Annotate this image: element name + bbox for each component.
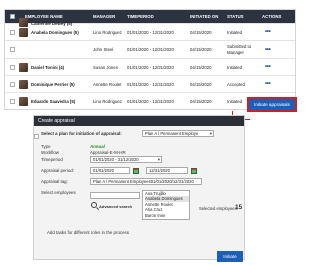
manager-cell: John Steel xyxy=(93,47,114,52)
avatar xyxy=(19,18,28,27)
row-checkbox[interactable] xyxy=(10,64,15,70)
table-row[interactable]: Catherine Dewey (5) John Steel 01/01/202… xyxy=(5,18,295,58)
timeperiod-select-value: 01/01/2020 - 31/12/2020 xyxy=(93,157,139,162)
initiated-on-cell: 04/15/2020 xyxy=(190,29,212,35)
column-status[interactable]: STATUS xyxy=(227,14,244,19)
timeperiod-label: Timeperiod xyxy=(41,157,63,162)
manager-cell: Lino Rodriguez xyxy=(93,98,122,104)
initiated-on-cell: 04/15/2020 xyxy=(190,98,212,104)
initiated-on-cell: 04/15/2020 xyxy=(190,81,212,87)
timeperiod-cell: 01/01/2020 - 12/31/2020 xyxy=(127,29,174,35)
timeperiod-cell: 01/01/2020 - 12/31/2020 xyxy=(127,98,174,104)
dialog-body: Select a plan for initiation of appraisa… xyxy=(34,126,244,262)
timeperiod-cell: 01/01/2020 - 12/31/2020 xyxy=(127,47,174,52)
period-to-value: 12/31/2020 xyxy=(149,168,170,173)
list-item[interactable]: Baron Inne xyxy=(145,213,189,218)
avatar xyxy=(19,27,28,37)
calendar-icon[interactable] xyxy=(191,167,197,174)
period-to-input[interactable]: 12/31/2020 xyxy=(146,167,188,174)
appraisal-tag-value: Plan A / Permanent Employees01/01/2020/1… xyxy=(93,179,194,184)
manager-cell: Annette Roulet xyxy=(93,81,122,87)
plan-select-value: Plan A / Permanent Employe xyxy=(145,131,199,136)
employee-listbox[interactable]: Ana Trujillo Anabela Domingues Annette R… xyxy=(142,190,190,220)
select-all-checkbox[interactable] xyxy=(10,14,15,19)
appraisal-period-label: Appraisal period: xyxy=(41,168,74,173)
column-employee-name[interactable]: EMPLOYEE NAME xyxy=(25,14,63,19)
type-value: Annual xyxy=(90,144,105,149)
column-timeperiod[interactable]: TIMEPERIOD xyxy=(127,14,154,19)
appraisal-tag-input[interactable]: Plan A / Permanent Employees01/01/2020/1… xyxy=(90,178,202,185)
row-checkbox[interactable] xyxy=(10,81,15,87)
more-actions-icon[interactable]: ••• xyxy=(265,81,271,87)
manager-cell: Lino Rodriguez xyxy=(93,29,122,35)
type-label: Type xyxy=(41,144,51,149)
manager-cell: Susan Jones xyxy=(93,64,118,70)
employee-name[interactable]: Eduardo Saavedra (5) xyxy=(31,99,75,104)
dialog-title: Create appraisal xyxy=(34,116,244,126)
timeperiod-cell: 01/01/2020 - 12/31/2020 xyxy=(127,64,174,70)
workflow-value: Appraisal-E-M-HR xyxy=(90,150,126,155)
column-manager[interactable]: MANAGER xyxy=(93,14,115,19)
status-cell: Initiated xyxy=(227,98,243,104)
column-initiated-on[interactable]: INITIATED ON xyxy=(190,14,218,19)
avatar xyxy=(19,96,28,106)
appraisals-table: EMPLOYEE NAME MANAGER TIMEPERIOD INITIAT… xyxy=(4,9,296,110)
employee-search-input[interactable] xyxy=(90,192,140,199)
period-from-value: 01/01/2020 xyxy=(93,168,114,173)
advanced-search-link[interactable]: Advanced search xyxy=(99,204,132,209)
period-from-input[interactable]: 01/01/2020 xyxy=(90,167,130,174)
add-tasks-label[interactable]: Add tasks for different roles in the pro… xyxy=(47,230,129,235)
status-cell: Initiated xyxy=(227,64,243,70)
add-tasks-checkbox[interactable] xyxy=(34,134,39,139)
status-cell: Initiated xyxy=(227,29,243,35)
appraisal-tag-label: Appraisal tag: xyxy=(41,179,68,184)
column-actions: ACTIONS xyxy=(262,14,282,19)
status-cell: Submitted to Manager xyxy=(227,44,252,55)
selected-employees-label: Selected employees: xyxy=(199,206,238,211)
avatar xyxy=(19,62,28,72)
row-checkbox[interactable] xyxy=(10,47,15,52)
employee-name[interactable]: Dominique Perrier (5) xyxy=(31,82,75,87)
plan-select[interactable]: Plan A / Permanent Employe xyxy=(142,130,214,137)
create-appraisal-dialog: Create appraisal Select a plan for initi… xyxy=(33,115,245,262)
initiate-button[interactable]: Initiate xyxy=(217,251,243,262)
table-row[interactable]: Dominique Perrier (5) Annette Roulet 01/… xyxy=(5,75,295,92)
row-checkbox[interactable] xyxy=(10,29,15,35)
timeperiod-cell: 01/01/2020 - 12/31/2020 xyxy=(127,81,174,87)
selected-count: 15 xyxy=(235,204,243,211)
search-icon[interactable] xyxy=(91,202,97,208)
initiate-appraisals-button[interactable]: Initiate appraisals xyxy=(247,97,297,112)
more-actions-icon[interactable]: ••• xyxy=(265,29,271,35)
initiated-on-cell: 04/15/2020 xyxy=(190,64,212,70)
avatar xyxy=(19,79,28,89)
timeperiod-select[interactable]: 01/01/2020 - 31/12/2020 xyxy=(90,156,162,163)
initiated-on-cell: 04/15/2020 xyxy=(190,47,212,52)
calendar-icon[interactable] xyxy=(133,167,139,174)
more-actions-icon[interactable]: ••• xyxy=(265,47,271,53)
employee-name[interactable]: Catherine Dewey (5) xyxy=(31,21,72,26)
plan-prompt: Select a plan for initiation of appraisa… xyxy=(41,131,122,136)
more-actions-icon[interactable]: ••• xyxy=(265,64,271,70)
workflow-label: Workflow xyxy=(41,150,59,155)
table-row[interactable]: Daniel Tonini (4) Susan Jones 01/01/2020… xyxy=(5,58,295,75)
status-cell: Accepted xyxy=(227,81,245,87)
row-checkbox[interactable] xyxy=(10,98,15,104)
employee-name[interactable]: Daniel Tonini (4) xyxy=(31,65,64,70)
select-employees-label: Select employees xyxy=(41,190,76,195)
employee-name[interactable]: Anabela Domingues (5) xyxy=(31,30,79,35)
